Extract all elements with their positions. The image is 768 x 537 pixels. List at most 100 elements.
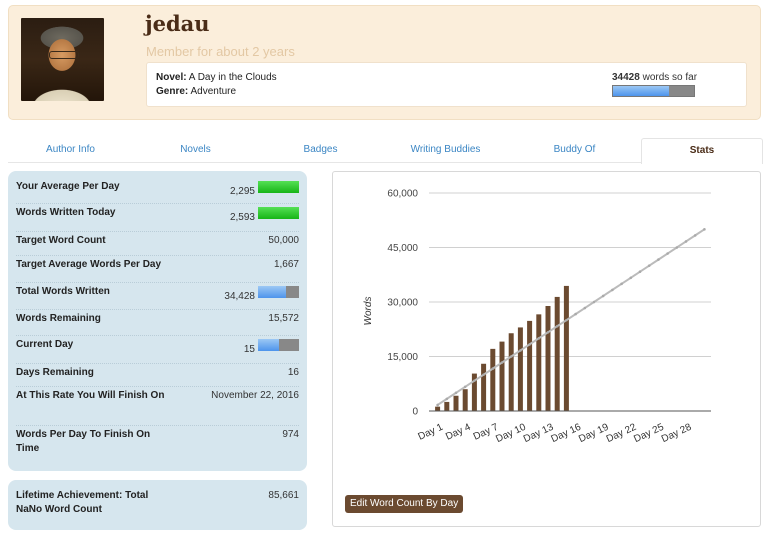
word-count: 34428 [612, 72, 640, 83]
tab-author-info[interactable]: Author Info [8, 138, 133, 163]
stat-label: Target Word Count [16, 235, 106, 246]
member-since: Member for about 2 years [146, 44, 295, 59]
target-point [684, 240, 688, 243]
target-point [675, 246, 679, 249]
novel-progress-bar [612, 85, 695, 97]
novel-label: Novel: [156, 72, 187, 83]
y-tick-label: 45,000 [387, 243, 418, 254]
novel-progress-fill [613, 86, 669, 96]
genre-value: Adventure [190, 86, 237, 97]
target-point [463, 385, 467, 389]
stat-row: Target Word Count 50,000 [16, 231, 299, 256]
bar-day-7 [490, 348, 496, 411]
lifetime-label: Lifetime Achievement: Total NaNo Word Co… [16, 490, 149, 515]
lifetime-value: 85,661 [268, 490, 299, 501]
words-so-far-suffix: words so far [639, 72, 698, 83]
x-tick-label: Day 4 [444, 422, 473, 443]
stat-row: Words Written Today 2,593 [16, 203, 299, 232]
lifetime-panel: Lifetime Achievement: Total NaNo Word Co… [8, 480, 307, 530]
target-point [657, 258, 660, 261]
progress-bar [258, 339, 299, 351]
target-point [509, 355, 513, 358]
target-point [583, 306, 587, 310]
target-line [437, 228, 705, 406]
x-tick-label: Day 28 [660, 422, 694, 446]
stat-value: 1,667 [273, 259, 299, 270]
stat-label: Target Average Words Per Day [16, 259, 162, 270]
target-point [537, 337, 541, 340]
stat-value: 2,295 [229, 186, 255, 197]
stat-label: Total Words Written [16, 286, 110, 297]
tab-stats[interactable]: Stats [641, 138, 763, 164]
edit-word-count-button[interactable]: Edit Word Count By Day [345, 495, 464, 513]
target-point [519, 349, 522, 352]
tab-writing-buddies[interactable]: Writing Buddies [383, 138, 508, 163]
target-point [574, 312, 577, 316]
avatar[interactable] [21, 18, 104, 101]
stat-label: Words Remaining [16, 313, 101, 324]
genre-line: Genre: Adventure [156, 86, 236, 97]
tab-badges[interactable]: Badges [258, 138, 383, 163]
words-so-far: 34428 words so far [612, 72, 697, 83]
target-point [666, 252, 669, 255]
bar-day-13 [545, 305, 551, 411]
target-point [693, 234, 697, 237]
target-point [482, 373, 485, 376]
stat-value: 50,000 [268, 235, 299, 246]
stat-label: Words Per Day To Finish On Time [16, 429, 151, 454]
target-point [473, 379, 476, 383]
stat-row: Days Remaining 16 [16, 363, 299, 387]
stat-value: 34,428 [224, 291, 255, 302]
genre-label: Genre: [156, 86, 189, 97]
stat-value: 974 [282, 429, 299, 440]
word-count-chart: 0 15,000 30,000 45,000 60,000 Words Day 1 Day 4… [363, 189, 711, 446]
tab-novels[interactable]: Novels [133, 138, 258, 163]
chart-container: 0 15,000 30,000 45,000 60,000 Words Day 1 Day 4… [332, 171, 761, 527]
x-tick-label: Day 10 [494, 422, 528, 446]
bar-day-4 [462, 389, 468, 411]
target-point [592, 300, 596, 304]
x-tick-label: Day 1 [417, 422, 446, 443]
x-tick-label: Day 13 [522, 422, 556, 446]
stat-value: November 22, 2016 [211, 390, 299, 401]
stat-row: Current Day 15 [16, 335, 299, 364]
stat-row: Your Average Per Day 2,295 [16, 177, 299, 204]
y-tick-label: 60,000 [387, 189, 418, 200]
target-point [565, 318, 568, 322]
bar-day-3 [453, 395, 459, 411]
stat-label: Words Written Today [16, 207, 116, 218]
profile-tabs: Author Info Novels Badges Writing Buddies Bu… [8, 138, 763, 164]
target-point [611, 288, 614, 292]
stat-row: Words Remaining 15,572 [16, 309, 299, 336]
x-tick-label: Day 22 [605, 422, 639, 446]
target-point [601, 294, 605, 298]
progress-fill [258, 339, 279, 351]
stat-value: 15,572 [268, 313, 299, 324]
stat-row: Target Average Words Per Day 1,667 [16, 255, 299, 283]
x-tick-label: Day 25 [632, 422, 666, 446]
bar-day-1 [435, 406, 441, 411]
progress-bar [258, 286, 299, 298]
stat-label: Current Day [16, 339, 74, 350]
y-tick-label: 15,000 [387, 352, 418, 363]
bar-day-9 [508, 333, 514, 411]
progress-fill [258, 286, 287, 298]
bar-day-8 [499, 341, 505, 411]
tab-buddy-of[interactable]: Buddy Of [508, 138, 641, 163]
stat-row: Words Per Day To Finish On Time 974 [16, 425, 299, 465]
y-axis-title: Words [363, 297, 374, 326]
username: jedau [145, 11, 210, 36]
bar-day-10 [517, 327, 523, 411]
novel-title[interactable]: A Day in the Clouds [189, 72, 277, 83]
bar-day-15 [563, 285, 569, 411]
target-point [703, 228, 706, 231]
y-tick-label: 30,000 [387, 298, 418, 309]
bar-day-14 [554, 296, 560, 411]
lifetime-row: Lifetime Achievement: Total NaNo Word Co… [16, 489, 299, 519]
stats-panel: Your Average Per Day 2,295 Words Written T… [8, 171, 307, 471]
stat-row: At This Rate You Will Finish On November … [16, 386, 299, 426]
y-tick-label: 0 [412, 407, 418, 418]
stat-value: 2,593 [229, 212, 255, 223]
average-bar [258, 181, 299, 193]
avatar-glasses [49, 51, 79, 59]
